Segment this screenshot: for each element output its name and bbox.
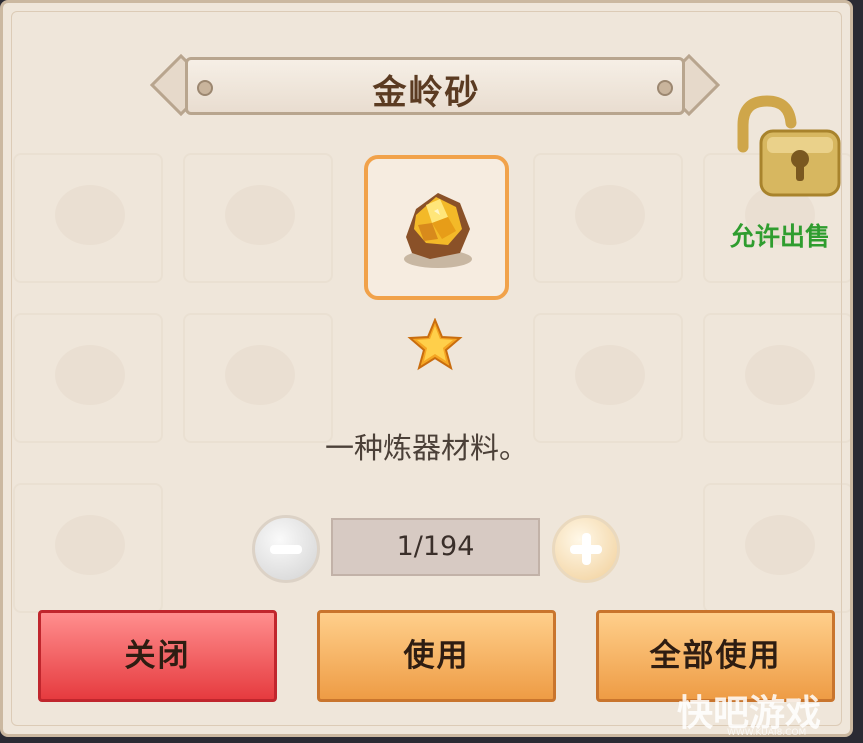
- item-description: 一种炼器材料。: [324, 431, 528, 465]
- bg-cell: [13, 313, 163, 443]
- decrease-quantity-button[interactable]: [252, 515, 320, 583]
- star-icon: [407, 318, 463, 371]
- increase-quantity-button[interactable]: [552, 515, 620, 583]
- gold-ore-icon: [404, 193, 472, 268]
- bg-cell: [703, 483, 850, 613]
- close-button[interactable]: 关闭: [38, 610, 277, 702]
- bg-cell: [703, 313, 850, 443]
- bg-cell: [13, 483, 163, 613]
- item-detail-dialog: 金岭砂 一种炼器材料。 1/194 关闭 使用 全部使用 允许出售: [0, 0, 853, 737]
- item-icon-frame: [364, 155, 509, 300]
- item-title: 金岭砂: [372, 73, 481, 113]
- use-button[interactable]: 使用: [317, 610, 556, 702]
- bg-cell: [183, 313, 333, 443]
- bg-cell: [533, 313, 683, 443]
- quantity-display[interactable]: 1/194: [331, 518, 540, 576]
- bg-cell: [533, 153, 683, 283]
- bg-cell: [183, 153, 333, 283]
- site-watermark-url: WWW.KUAI8.COM: [727, 728, 807, 738]
- minus-icon: [270, 545, 302, 554]
- allow-sale-label: 允许出售: [730, 222, 831, 251]
- unlocked-padlock-icon: [737, 95, 841, 197]
- bg-cell: [13, 153, 163, 283]
